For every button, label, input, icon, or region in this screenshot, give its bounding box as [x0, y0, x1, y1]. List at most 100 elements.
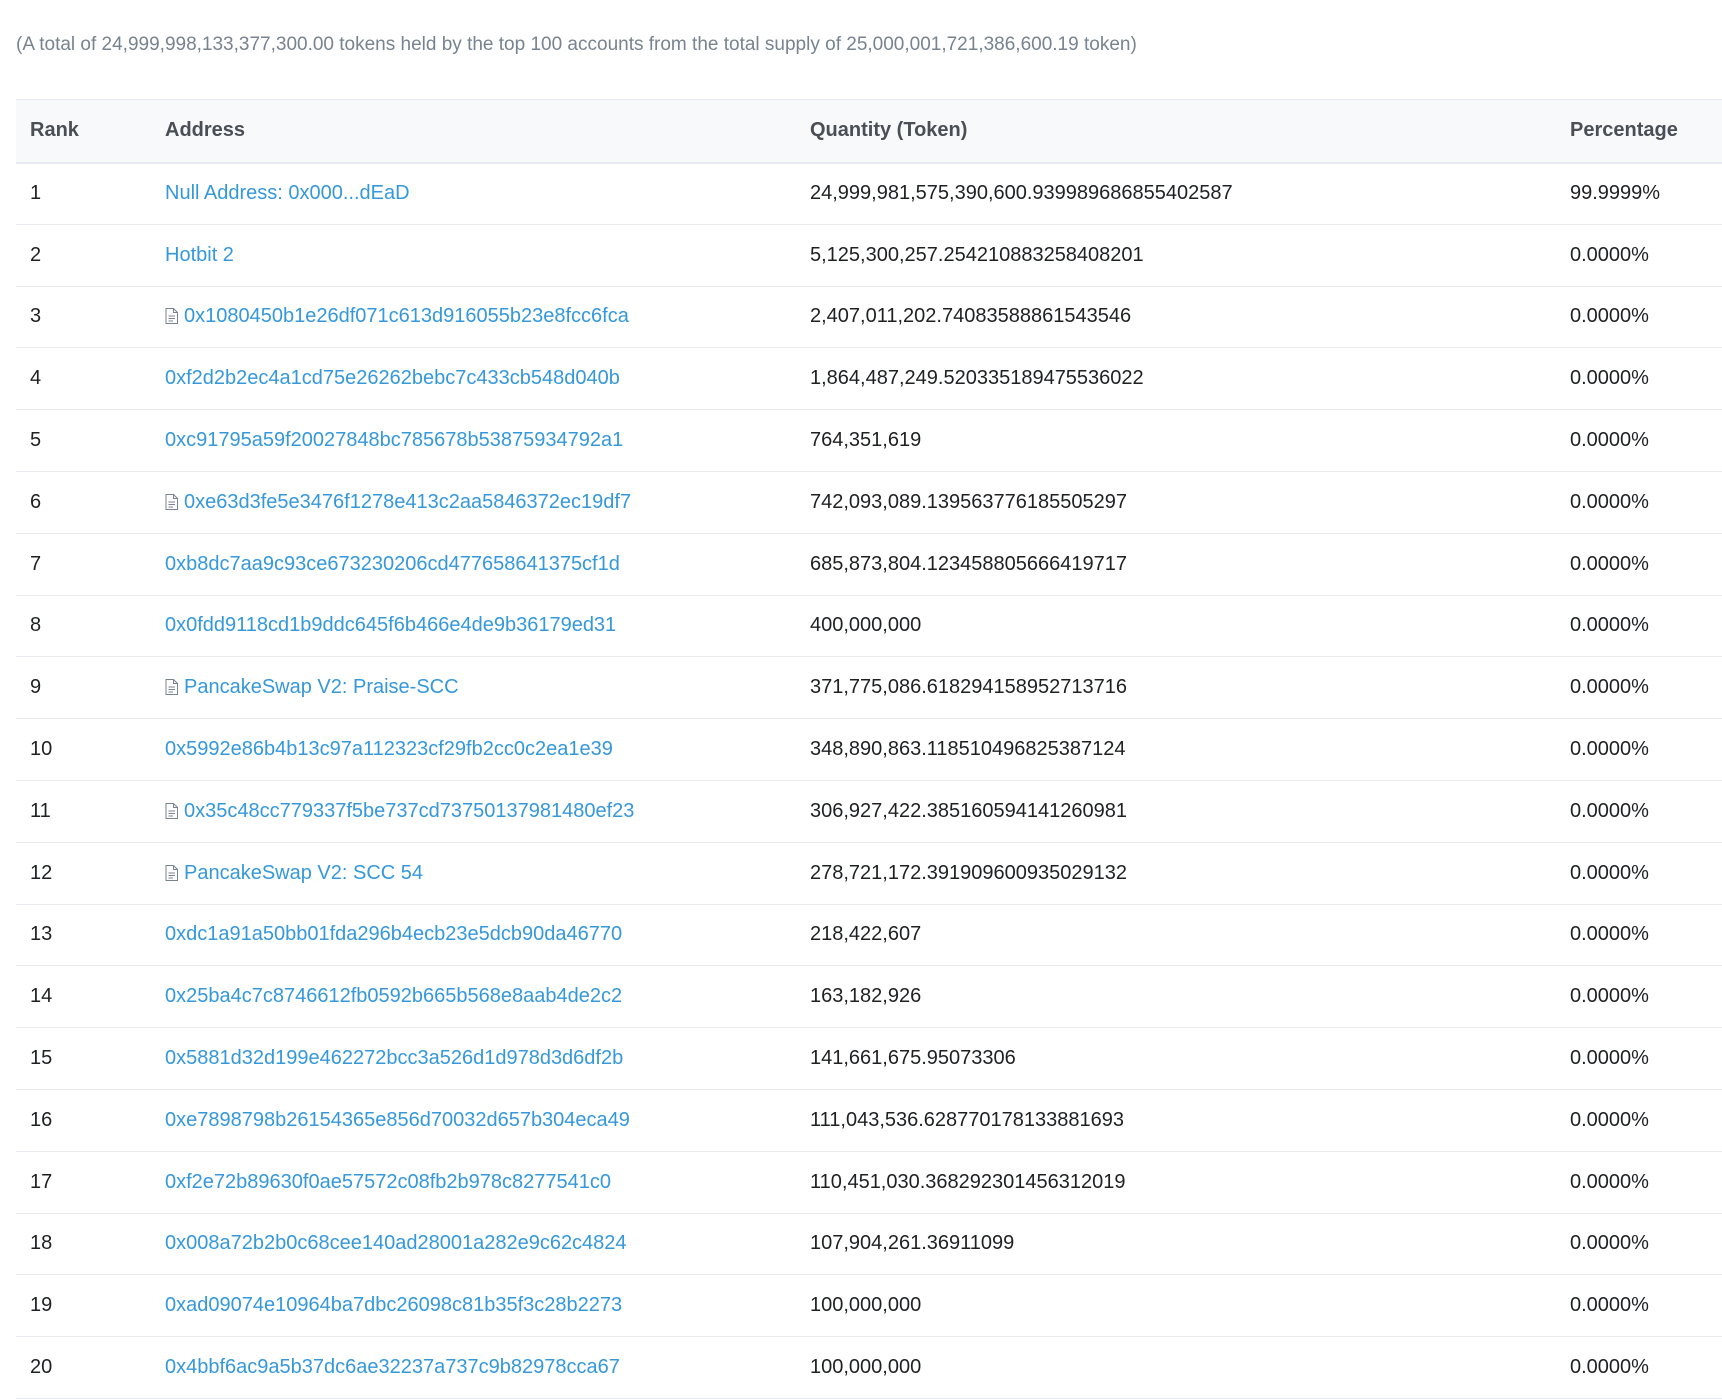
rank-cell: 10	[30, 738, 53, 761]
rank-cell: 6	[30, 490, 42, 513]
table-row: 1 Null Address: 0x000...dEaD 24,999,981,57…	[16, 163, 1722, 225]
percentage-cell: 0.0000%	[1570, 1232, 1649, 1255]
address-link[interactable]: 0xe63d3fe5e3476f1278e413c2aa5846372ec19d…	[184, 491, 631, 513]
percentage-cell: 0.0000%	[1570, 305, 1649, 328]
quantity-cell: 111,043,536.628770178133881693	[810, 1108, 1125, 1131]
rank-cell: 20	[30, 1356, 53, 1379]
percentage-cell: 0.0000%	[1570, 429, 1649, 452]
percentage-cell: 0.0000%	[1570, 367, 1649, 390]
quantity-cell: 100,000,000	[810, 1294, 922, 1317]
table-row: 20 0x4bbf6ac9a5b37dc6ae32237a737c9b82978c…	[16, 1337, 1722, 1399]
rank-cell: 3	[30, 305, 42, 328]
table-row: 13 0xdc1a91a50bb01fda296b4ecb23e5dcb90da4…	[16, 904, 1722, 966]
rank-cell: 1	[30, 182, 42, 205]
address-link[interactable]: 0x5881d32d199e462272bcc3a526d1d978d3d6df…	[165, 1047, 623, 1069]
header-rank: Rank	[30, 119, 79, 142]
rank-cell: 19	[30, 1294, 53, 1317]
address-link[interactable]: PancakeSwap V2: SCC 54	[184, 862, 423, 884]
percentage-cell: 0.0000%	[1570, 1294, 1649, 1317]
address-cell: 0x5992e86b4b13c97a112323cf29fb2cc0c2ea1e…	[150, 719, 776, 781]
address-cell: 0xb8dc7aa9c93ce673230206cd477658641375cf…	[150, 533, 776, 595]
address-link[interactable]: 0x35c48cc779337f5be737cd73750137981480ef…	[184, 800, 634, 822]
quantity-cell: 685,873,804.123458805666419717	[810, 552, 1127, 575]
contract-document-icon	[165, 802, 178, 819]
header-percentage: Percentage	[1570, 119, 1678, 142]
address-cell: 0x4bbf6ac9a5b37dc6ae32237a737c9b82978cca…	[150, 1337, 776, 1399]
address-cell: 0x5881d32d199e462272bcc3a526d1d978d3d6df…	[150, 1028, 776, 1090]
rank-cell: 5	[30, 429, 42, 452]
rank-cell: 14	[30, 985, 53, 1008]
rank-cell: 11	[30, 799, 51, 822]
table-row: 11 0x35c48cc779337f5be737cd73750137981480…	[16, 780, 1722, 843]
address-link[interactable]: Null Address: 0x000...dEaD	[165, 182, 410, 204]
address-link[interactable]: 0x0fdd9118cd1b9ddc645f6b466e4de9b36179ed…	[165, 614, 616, 636]
rank-cell: 9	[30, 676, 42, 699]
table-row: 7 0xb8dc7aa9c93ce673230206cd477658641375c…	[16, 533, 1722, 596]
quantity-cell: 24,999,981,575,390,600.93998968685540258…	[810, 182, 1233, 205]
address-link[interactable]: 0xad09074e10964ba7dbc26098c81b35f3c28b22…	[165, 1294, 622, 1316]
address-link[interactable]: 0x1080450b1e26df071c613d916055b23e8fcc6f…	[184, 305, 629, 327]
table-row: 18 0x008a72b2b0c68cee140ad28001a282e9c62c…	[16, 1213, 1722, 1275]
table-header-row: Rank Address Quantity (Token) Percentage	[16, 99, 1722, 163]
table-row: 3 0x1080450b1e26df071c613d916055b23e8fcc6…	[16, 286, 1722, 348]
header-address: Address	[165, 119, 246, 142]
quantity-cell: 278,721,172.391909600935029132	[810, 861, 1127, 884]
address-link[interactable]: 0xe7898798b26154365e856d70032d657b304eca…	[165, 1109, 630, 1131]
table-row: 8 0x0fdd9118cd1b9ddc645f6b466e4de9b36179e…	[16, 595, 1722, 657]
address-link[interactable]: 0xdc1a91a50bb01fda296b4ecb23e5dcb90da467…	[165, 923, 622, 945]
address-link[interactable]: 0x5992e86b4b13c97a112323cf29fb2cc0c2ea1e…	[165, 738, 613, 760]
contract-document-icon	[165, 493, 178, 510]
table-row: 10 0x5992e86b4b13c97a112323cf29fb2cc0c2ea…	[16, 719, 1722, 781]
address-cell: 0x1080450b1e26df071c613d916055b23e8fcc6f…	[150, 286, 776, 348]
quantity-cell: 764,351,619	[810, 429, 922, 452]
address-cell: 0xc91795a59f20027848bc785678b53875934792…	[150, 410, 776, 472]
quantity-cell: 348,890,863.118510496825387124	[810, 738, 1126, 761]
address-link[interactable]: 0xf2e72b89630f0ae57572c08fb2b978c8277541…	[165, 1171, 611, 1193]
percentage-cell: 0.0000%	[1570, 1170, 1649, 1193]
quantity-cell: 107,904,261.36911099	[810, 1232, 1015, 1255]
percentage-cell: 0.0000%	[1570, 861, 1649, 884]
table-row: 17 0xf2e72b89630f0ae57572c08fb2b978c82775…	[16, 1151, 1722, 1214]
rank-cell: 2	[30, 243, 42, 266]
percentage-cell: 0.0000%	[1570, 1356, 1649, 1379]
address-cell: 0x008a72b2b0c68cee140ad28001a282e9c62c48…	[150, 1213, 776, 1275]
table-row: 16 0xe7898798b26154365e856d70032d657b304e…	[16, 1089, 1722, 1152]
address-cell: 0xe63d3fe5e3476f1278e413c2aa5846372ec19d…	[150, 471, 776, 533]
address-cell: 0xdc1a91a50bb01fda296b4ecb23e5dcb90da467…	[150, 904, 776, 966]
table-header: Rank Address Quantity (Token) Percentage	[16, 99, 1722, 163]
address-link[interactable]: 0x008a72b2b0c68cee140ad28001a282e9c62c48…	[165, 1232, 627, 1254]
address-link[interactable]: 0x25ba4c7c8746612fb0592b665b568e8aab4de2…	[165, 985, 622, 1007]
quantity-cell: 218,422,607	[810, 923, 922, 946]
table-row: 4 0xf2d2b2ec4a1cd75e26262bebc7c433cb548d0…	[16, 348, 1722, 410]
quantity-cell: 163,182,926	[810, 985, 922, 1008]
percentage-cell: 0.0000%	[1570, 552, 1649, 575]
address-link[interactable]: PancakeSwap V2: Praise-SCC	[184, 676, 459, 698]
address-link[interactable]: 0x4bbf6ac9a5b37dc6ae32237a737c9b82978cca…	[165, 1356, 620, 1378]
address-cell: 0xad09074e10964ba7dbc26098c81b35f3c28b22…	[150, 1275, 776, 1337]
rank-cell: 16	[30, 1108, 53, 1131]
address-cell: Hotbit 2	[150, 224, 776, 286]
address-link[interactable]: 0xf2d2b2ec4a1cd75e26262bebc7c433cb548d04…	[165, 367, 620, 389]
header-quantity: Quantity (Token)	[810, 119, 968, 142]
address-link[interactable]: Hotbit 2	[165, 244, 234, 266]
quantity-cell: 371,775,086.618294158952713716	[810, 676, 1127, 699]
percentage-cell: 0.0000%	[1570, 243, 1649, 266]
address-cell: PancakeSwap V2: SCC 54	[150, 842, 776, 904]
quantity-cell: 1,864,487,249.520335189475536022	[810, 367, 1144, 390]
table-row: 6 0xe63d3fe5e3476f1278e413c2aa5846372ec19…	[16, 471, 1722, 534]
holders-summary: (A total of 24,999,998,133,377,300.00 to…	[16, 34, 1137, 55]
quantity-cell: 141,661,675.95073306	[810, 1047, 1016, 1070]
table-row: 14 0x25ba4c7c8746612fb0592b665b568e8aab4d…	[16, 966, 1722, 1028]
address-cell: Null Address: 0x000...dEaD	[150, 163, 776, 225]
contract-document-icon	[165, 307, 178, 325]
address-link[interactable]: 0xb8dc7aa9c93ce673230206cd477658641375cf…	[165, 553, 620, 575]
table-body: 1 Null Address: 0x000...dEaD 24,999,981,57…	[16, 163, 1722, 1399]
holders-table: Rank Address Quantity (Token) Percentage…	[16, 99, 1722, 1399]
address-cell: 0x0fdd9118cd1b9ddc645f6b466e4de9b36179ed…	[150, 595, 776, 657]
address-cell: 0xf2d2b2ec4a1cd75e26262bebc7c433cb548d04…	[150, 348, 776, 410]
quantity-cell: 110,451,030.368292301456312019	[810, 1170, 1126, 1193]
contract-document-icon	[165, 864, 178, 881]
percentage-cell: 0.0000%	[1570, 490, 1649, 513]
rank-cell: 15	[30, 1047, 53, 1070]
address-link[interactable]: 0xc91795a59f20027848bc785678b53875934792…	[165, 429, 623, 451]
